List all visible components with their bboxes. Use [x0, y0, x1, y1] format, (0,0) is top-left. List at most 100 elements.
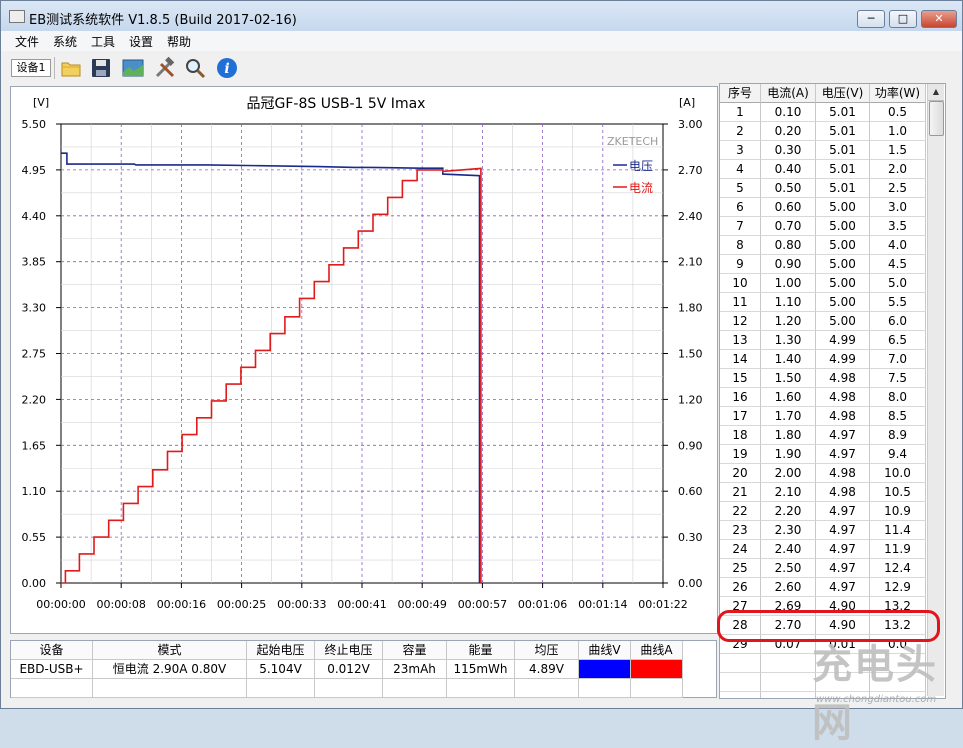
list-cell: 8.9	[870, 426, 926, 445]
summary-value-cell	[247, 679, 315, 698]
list-cell: 1.10	[761, 293, 816, 312]
device-selector[interactable]: 设备1	[11, 59, 51, 77]
y-left-tick-label: 2.20	[22, 393, 47, 406]
list-cell: 5.00	[816, 274, 870, 293]
list-cell: 21	[720, 483, 761, 502]
x-tick-label: 00:01:22	[638, 598, 687, 611]
y-left-tick-label: 4.40	[22, 210, 47, 223]
list-cell: 1.0	[870, 122, 926, 141]
list-cell: 14	[720, 350, 761, 369]
list-cell: 2.20	[761, 502, 816, 521]
chart-image-icon[interactable]	[121, 56, 145, 80]
minimize-button[interactable]: ─	[857, 10, 885, 28]
legend-voltage-label: 电压	[629, 159, 653, 173]
list-cell: 4.97	[816, 521, 870, 540]
summary-value-cell	[631, 679, 683, 698]
data-list-header: 序号 电流(A) 电压(V) 功率(W)	[720, 84, 945, 103]
summary-header-cell: 曲线A	[631, 641, 683, 660]
menu-file[interactable]: 文件	[15, 33, 39, 50]
list-cell: 4.5	[870, 255, 926, 274]
tools-icon[interactable]	[153, 56, 177, 80]
list-cell: 5.01	[816, 122, 870, 141]
list-cell: 12.9	[870, 578, 926, 597]
summary-value-cell	[447, 679, 515, 698]
list-cell: 5	[720, 179, 761, 198]
list-cell: 5.01	[816, 179, 870, 198]
y-left-tick-label: 4.95	[22, 164, 47, 177]
list-cell: 4.98	[816, 407, 870, 426]
y-left-tick-label: 2.75	[22, 348, 47, 361]
list-cell: 2.0	[870, 160, 926, 179]
list-cell: 10.5	[870, 483, 926, 502]
curve-a-swatch[interactable]	[631, 660, 683, 679]
list-cell: 5.00	[816, 198, 870, 217]
list-empty-cell	[761, 692, 816, 698]
scroll-thumb[interactable]	[929, 101, 944, 136]
list-cell: 4	[720, 160, 761, 179]
list-empty-cell	[720, 692, 761, 698]
curve-v-swatch[interactable]	[579, 660, 631, 679]
list-cell: 1.40	[761, 350, 816, 369]
list-cell: 5.01	[816, 141, 870, 160]
summary-header-cell: 终止电压	[315, 641, 383, 660]
list-cell: 11.9	[870, 540, 926, 559]
list-cell: 7	[720, 217, 761, 236]
menu-settings[interactable]: 设置	[129, 33, 153, 50]
list-cell: 5.01	[816, 160, 870, 179]
y-right-tick-label: 2.10	[678, 256, 703, 269]
list-cell: 4.97	[816, 502, 870, 521]
legend-current-label: 电流	[629, 181, 653, 195]
summary-value-cell: 恒电流 2.90A 0.80V	[93, 660, 247, 679]
list-cell: 16	[720, 388, 761, 407]
data-list-scrollbar[interactable]: ▲	[927, 84, 944, 696]
list-cell: 22	[720, 502, 761, 521]
folder-icon[interactable]	[59, 56, 83, 80]
summary-value-cell	[515, 679, 579, 698]
list-cell: 6.5	[870, 331, 926, 350]
summary-header-cell: 容量	[383, 641, 447, 660]
list-cell: 10.0	[870, 464, 926, 483]
menu-help[interactable]: 帮助	[167, 33, 191, 50]
list-cell: 5.01	[816, 103, 870, 122]
voltage-current-chart: 00:00:00 00:00:08 00:00:16 00:00:25 00:00:33…	[22, 96, 703, 611]
close-button[interactable]: ✕	[921, 10, 957, 28]
list-header-cell[interactable]: 功率(W)	[870, 84, 926, 103]
maximize-button[interactable]: □	[889, 10, 917, 28]
list-header-cell[interactable]: 序号	[720, 84, 761, 103]
list-cell: 24	[720, 540, 761, 559]
chart-title: 品冠GF-8S USB-1 5V Imax	[247, 96, 426, 112]
watermark-url: www.chongdiantou.com	[816, 694, 937, 705]
list-cell: 3.0	[870, 198, 926, 217]
list-cell: 9	[720, 255, 761, 274]
list-cell: 12.4	[870, 559, 926, 578]
y-left-tick-label: 1.65	[22, 439, 47, 452]
y-right-unit-label: [A]	[679, 96, 695, 109]
y-right-tick-label: 0.90	[678, 439, 703, 452]
list-cell: 4.97	[816, 445, 870, 464]
summary-value-cell: 23mAh	[383, 660, 447, 679]
y-left-tick-label: 5.50	[22, 118, 47, 131]
list-cell: 15	[720, 369, 761, 388]
summary-value-cell	[315, 679, 383, 698]
scroll-up-icon[interactable]: ▲	[928, 84, 944, 101]
y-right-tick-label: 2.70	[678, 164, 703, 177]
x-tick-label: 00:00:33	[277, 598, 326, 611]
site-watermark: 充电头网 www.chongdiantou.com	[810, 638, 960, 746]
data-list[interactable]: 序号 电流(A) 电压(V) 功率(W) 1 0.10 5.01 0.5 2 0.20 5.01 1…	[719, 83, 946, 699]
list-cell: 5.5	[870, 293, 926, 312]
list-cell: 25	[720, 559, 761, 578]
magnifier-icon[interactable]	[183, 56, 207, 80]
list-header-cell[interactable]: 电压(V)	[816, 84, 870, 103]
menu-tools[interactable]: 工具	[91, 33, 115, 50]
list-header-cell[interactable]: 电流(A)	[761, 84, 816, 103]
list-cell: 8	[720, 236, 761, 255]
menu-system[interactable]: 系统	[53, 33, 77, 50]
summary-header-cell: 能量	[447, 641, 515, 660]
x-tick-label: 00:00:49	[397, 598, 446, 611]
y-right-tick-label: 0.60	[678, 485, 703, 498]
list-cell: 8.5	[870, 407, 926, 426]
list-cell: 11	[720, 293, 761, 312]
app-icon	[9, 10, 25, 23]
info-icon[interactable]: i	[215, 56, 239, 80]
save-icon[interactable]	[89, 56, 113, 80]
